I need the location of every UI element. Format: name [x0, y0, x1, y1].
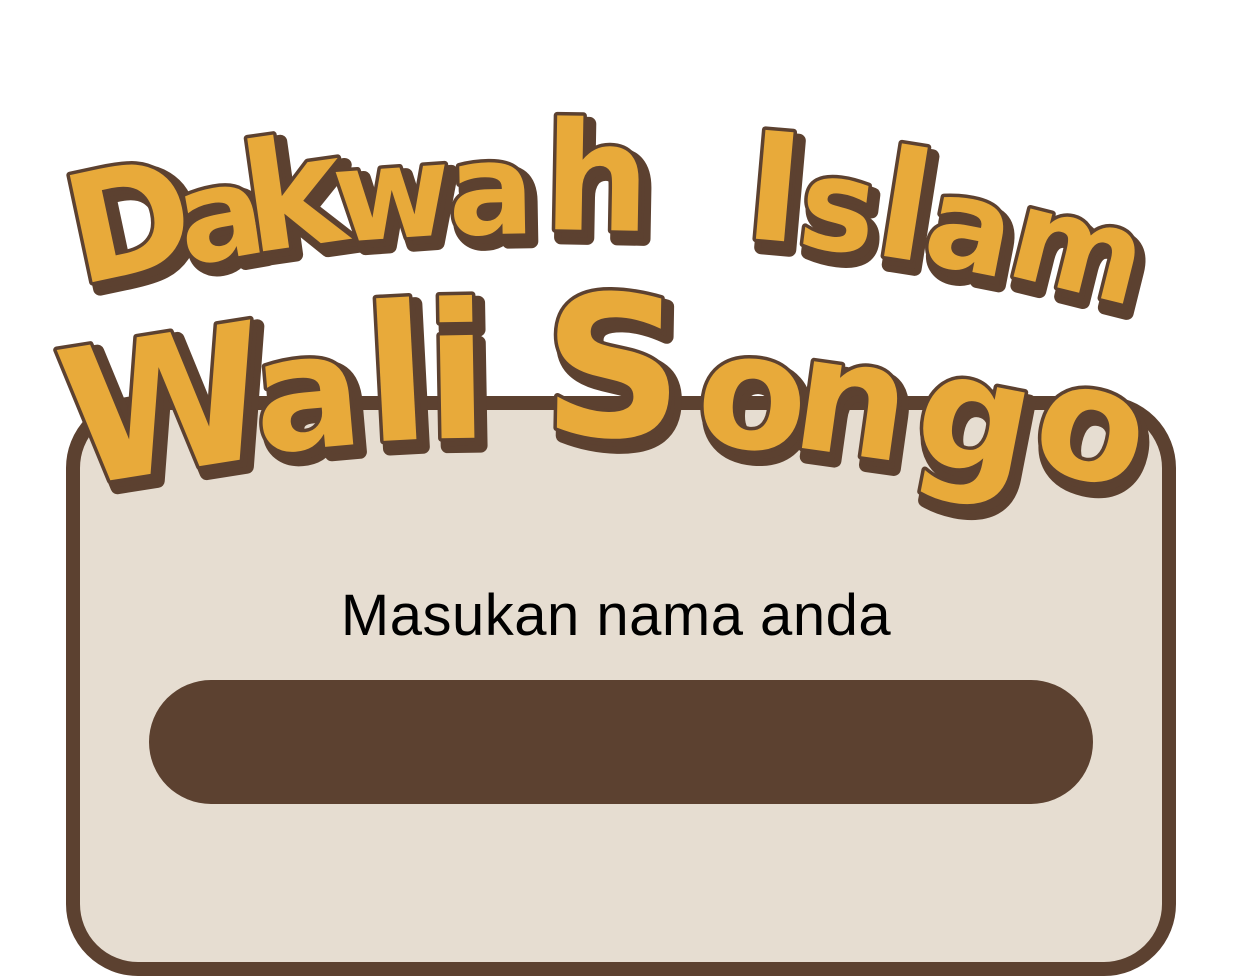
title-line1-letter: aa: [443, 112, 549, 281]
title-letter: w: [328, 116, 456, 273]
title-letter: h: [542, 91, 652, 267]
title-letter: S: [541, 254, 686, 484]
game-title: DDaakkwwaa hh IIssllaamm WWaallii SS oonnggo…: [42, 88, 1178, 545]
title-line2-letter: SS: [537, 250, 698, 499]
title-line2-letter: aa: [242, 291, 383, 505]
title-line1-letter: ww: [324, 113, 469, 288]
title-line2-letter: ii: [419, 260, 504, 498]
title-line1-letter: hh: [538, 88, 664, 282]
title-letter: i: [423, 263, 491, 483]
title-letter: a: [245, 295, 369, 491]
name-input[interactable]: [149, 680, 1093, 804]
title-letter: a: [447, 115, 536, 265]
name-prompt-label: Masukan nama anda: [340, 583, 892, 648]
